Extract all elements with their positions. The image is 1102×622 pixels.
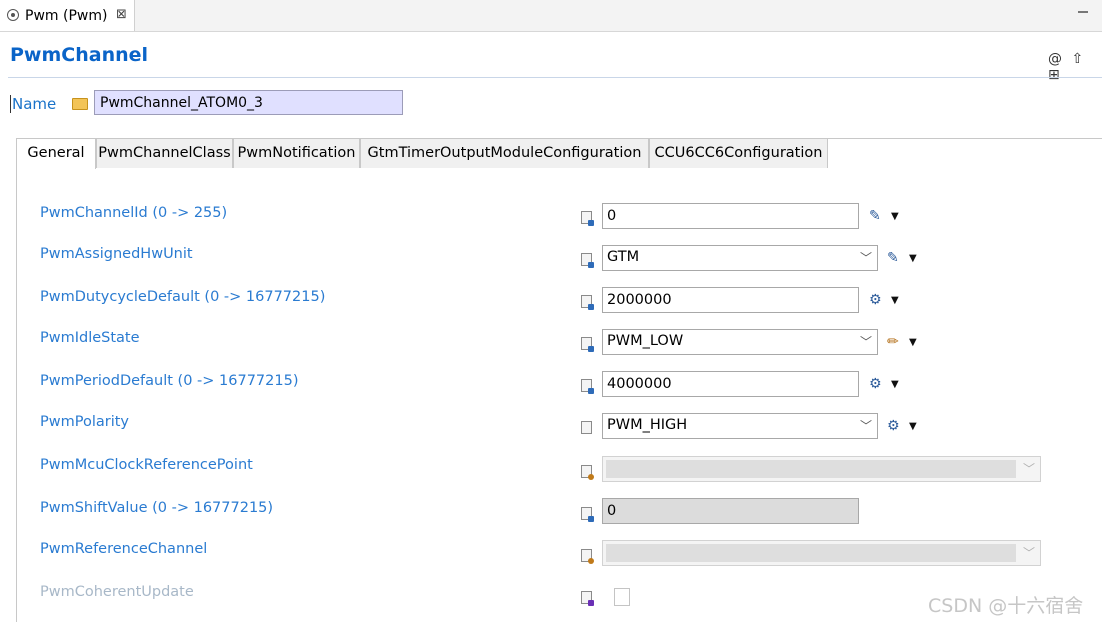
idle-state-select[interactable]: PWM_LOW ﹀ <box>602 329 878 355</box>
at-icon[interactable]: @ <box>1048 51 1062 67</box>
param-label-coherent-update: PwmCoherentUpdate <box>40 584 194 600</box>
param-type-icon <box>581 295 594 310</box>
chevron-down-icon[interactable]: ▼ <box>909 421 917 432</box>
chevron-down-icon[interactable]: ▼ <box>891 379 899 390</box>
tree-icon[interactable]: ⊞ <box>1048 67 1060 83</box>
chevron-down-icon[interactable]: ▼ <box>909 337 917 348</box>
name-label: Name <box>10 95 57 113</box>
param-label-mcu-clock-reference-point: PwmMcuClockReferencePoint <box>40 457 253 473</box>
coherent-update-checkbox[interactable] <box>614 588 630 606</box>
tab-gtmtimeroutputmoduleconfiguration[interactable]: GtmTimerOutputModuleConfiguration <box>360 138 649 168</box>
chevron-down-icon: ﹀ <box>1022 462 1035 476</box>
tab-general[interactable]: General <box>16 138 96 169</box>
editor-tab-label: Pwm (Pwm) <box>25 8 108 24</box>
boolean-type-icon <box>581 591 594 606</box>
header-toolbar: @ ⇧ ⊞ <box>1048 51 1102 83</box>
folder-icon[interactable] <box>72 98 88 110</box>
dutycycle-default-field[interactable] <box>602 287 859 313</box>
page-title: PwmChannel <box>10 44 149 66</box>
select-value: PWM_LOW <box>607 333 684 349</box>
editor-tab-pwm[interactable]: Pwm (Pwm) ⊠ <box>0 0 135 31</box>
chevron-down-icon[interactable]: ▼ <box>891 211 899 222</box>
select-value: PWM_HIGH <box>607 417 688 433</box>
param-label-channel-id: PwmChannelId (0 -> 255) <box>40 205 228 221</box>
tab-ccu6cc6configuration[interactable]: CCU6CC6Configuration <box>649 138 828 168</box>
param-type-icon <box>581 507 594 522</box>
polarity-select[interactable]: PWM_HIGH ﹀ <box>602 413 878 439</box>
param-label-shift-value: PwmShiftValue (0 -> 16777215) <box>40 500 274 516</box>
chevron-down-icon: ﹀ <box>859 251 872 265</box>
channel-id-field[interactable] <box>602 203 859 229</box>
config-class-icon[interactable]: ✎ <box>869 208 881 224</box>
go-up-icon[interactable]: ⇧ <box>1071 51 1083 67</box>
assigned-hw-unit-select[interactable]: GTM ﹀ <box>602 245 878 271</box>
module-icon <box>7 9 19 21</box>
select-value-area <box>606 460 1016 478</box>
editor-tab-strip: Pwm (Pwm) ⊠ <box>0 0 1102 32</box>
config-class-icon[interactable]: ⚙ <box>887 418 900 434</box>
reference-icon <box>581 465 594 480</box>
param-label-period-default: PwmPeriodDefault (0 -> 16777215) <box>40 373 299 389</box>
chevron-down-icon: ﹀ <box>859 335 872 349</box>
param-label-assigned-hw-unit: PwmAssignedHwUnit <box>40 246 193 262</box>
name-input[interactable] <box>94 90 403 115</box>
param-type-icon <box>581 211 594 226</box>
close-icon[interactable]: ⊠ <box>116 7 127 22</box>
chevron-down-icon[interactable]: ▼ <box>891 295 899 306</box>
param-label-reference-channel: PwmReferenceChannel <box>40 541 208 557</box>
shift-value-field[interactable] <box>602 498 859 524</box>
config-class-icon[interactable]: ⚙ <box>869 292 882 308</box>
param-label-dutycycle-default: PwmDutycycleDefault (0 -> 16777215) <box>40 289 326 305</box>
param-type-icon <box>581 379 594 394</box>
config-class-icon[interactable]: ✎ <box>887 250 899 266</box>
header-divider <box>8 77 1102 78</box>
param-type-icon <box>581 253 594 268</box>
reference-channel-select[interactable]: ﹀ <box>602 540 1041 566</box>
chevron-down-icon: ﹀ <box>1022 546 1035 560</box>
tab-pwmnotification[interactable]: PwmNotification <box>233 138 360 168</box>
param-label-polarity: PwmPolarity <box>40 414 129 430</box>
param-type-icon <box>581 337 594 352</box>
period-default-field[interactable] <box>602 371 859 397</box>
param-label-idle-state: PwmIdleState <box>40 330 140 346</box>
param-type-icon <box>581 421 592 434</box>
pencil-icon[interactable]: ✏ <box>887 334 899 350</box>
select-value: GTM <box>607 249 640 265</box>
reference-icon <box>581 549 594 564</box>
chevron-down-icon[interactable]: ▼ <box>909 253 917 264</box>
minimize-icon[interactable] <box>1078 11 1088 13</box>
config-class-icon[interactable]: ⚙ <box>869 376 882 392</box>
select-value-area <box>606 544 1016 562</box>
chevron-down-icon: ﹀ <box>859 419 872 433</box>
mcu-clock-reference-point-select[interactable]: ﹀ <box>602 456 1041 482</box>
watermark: CSDN @十六宿舍 <box>928 595 1084 617</box>
tab-pwmchannelclass[interactable]: PwmChannelClass <box>96 138 233 168</box>
